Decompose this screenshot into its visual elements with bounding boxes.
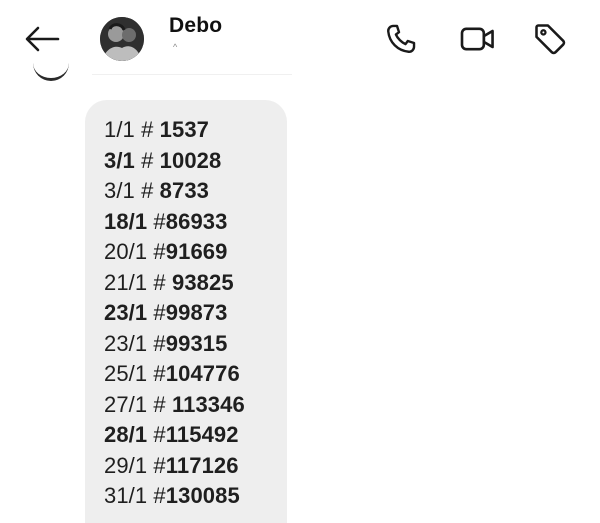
- line-number: 93825: [171, 269, 234, 295]
- line-separator: #: [147, 483, 166, 508]
- contact-status: ^: [173, 42, 178, 52]
- video-camera-icon: [460, 27, 494, 51]
- line-number: 115492: [165, 422, 239, 447]
- line-separator: #: [147, 239, 166, 264]
- line-date: 18/1: [104, 208, 148, 234]
- message-line: 29/1 #117126: [104, 451, 245, 482]
- phone-icon: [387, 24, 416, 53]
- line-number: 8733: [159, 178, 209, 203]
- line-number: 104776: [165, 361, 240, 386]
- message-line: 20/1 #91669: [104, 237, 245, 268]
- line-date: 1/1: [104, 117, 135, 142]
- line-separator: #: [147, 269, 172, 295]
- line-date: 29/1: [104, 452, 148, 478]
- message-line: 21/1 # 93825: [104, 268, 245, 299]
- tag-icon: [535, 24, 566, 55]
- line-date: 21/1: [104, 269, 148, 295]
- line-number: 99873: [165, 300, 228, 325]
- line-separator: #: [134, 178, 160, 203]
- previous-message-edge: [92, 74, 292, 75]
- line-number: 86933: [165, 208, 228, 234]
- line-number: 117126: [165, 452, 239, 478]
- line-date: 28/1: [104, 422, 148, 447]
- line-separator: #: [147, 422, 166, 447]
- video-call-button[interactable]: [458, 19, 498, 59]
- message-line: 23/1 #99873: [104, 298, 245, 329]
- line-date: 25/1: [104, 361, 148, 386]
- line-separator: #: [147, 361, 166, 386]
- tag-button[interactable]: [530, 19, 570, 59]
- line-separator: #: [134, 147, 160, 173]
- line-separator: #: [147, 452, 166, 478]
- message-line: 3/1 # 8733: [104, 176, 245, 207]
- message-line: 27/1 # 113346: [104, 390, 245, 421]
- avatar-image: [100, 17, 144, 61]
- line-number: 130085: [165, 483, 240, 508]
- contact-avatar[interactable]: [100, 17, 144, 61]
- line-number: 91669: [165, 239, 228, 264]
- line-date: 23/1: [104, 330, 148, 356]
- line-number: 1537: [159, 117, 209, 142]
- message-line: 28/1 #115492: [104, 420, 245, 451]
- line-separator: #: [147, 208, 166, 234]
- message-line: 3/1 # 10028: [104, 146, 245, 177]
- message-line: 25/1 #104776: [104, 359, 245, 390]
- line-date: 3/1: [104, 178, 135, 203]
- line-separator: #: [147, 300, 166, 325]
- line-date: 23/1: [104, 300, 148, 325]
- contact-name[interactable]: Debo: [169, 14, 222, 38]
- message-text: 1/1 # 1537 3/1 # 10028 3/1 # 8733 18/1 #869…: [104, 115, 245, 512]
- line-number: 99315: [165, 330, 228, 356]
- arrow-left-icon: [25, 26, 60, 52]
- line-separator: #: [134, 117, 160, 142]
- line-number: 113346: [171, 391, 245, 417]
- line-separator: #: [147, 330, 166, 356]
- line-date: 31/1: [104, 483, 148, 508]
- line-separator: #: [147, 391, 172, 417]
- line-date: 20/1: [104, 239, 148, 264]
- voice-call-button[interactable]: [381, 19, 421, 59]
- message-line: 31/1 #130085: [104, 481, 245, 512]
- line-number: 10028: [159, 147, 222, 173]
- chat-header: Debo ^: [0, 0, 600, 78]
- message-line: 1/1 # 1537: [104, 115, 245, 146]
- line-date: 27/1: [104, 391, 148, 417]
- message-line: 23/1 #99315: [104, 329, 245, 360]
- message-line: 18/1 #86933: [104, 207, 245, 238]
- line-date: 3/1: [104, 147, 135, 173]
